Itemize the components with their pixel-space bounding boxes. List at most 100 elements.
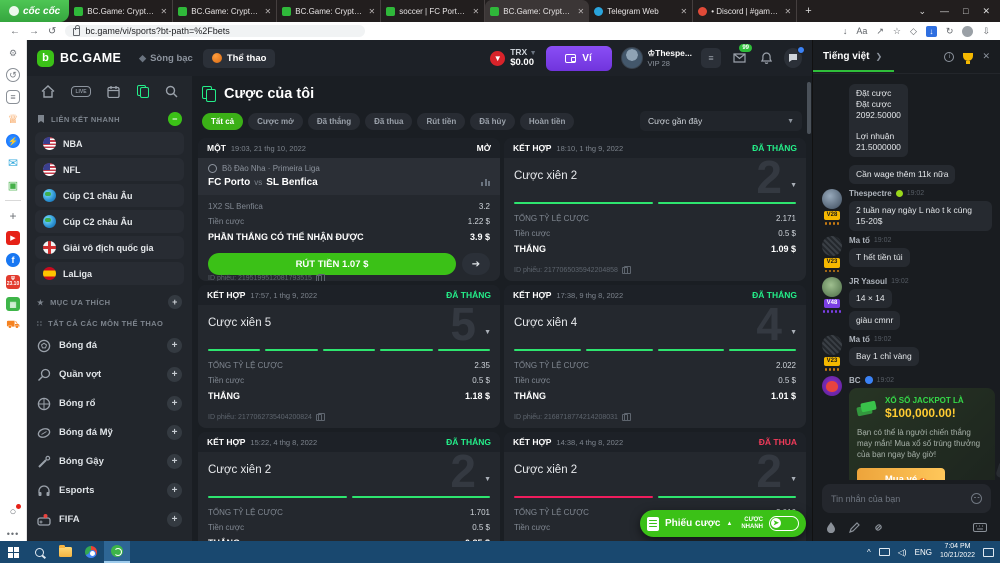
gamepad-icon[interactable]: ▣ — [6, 178, 20, 192]
bcgame-logo[interactable]: b BC.GAME — [37, 49, 121, 67]
history-icon[interactable]: ↺ — [6, 68, 20, 82]
filter-cancelled[interactable]: Đã hủy — [470, 112, 515, 130]
filter-refunded[interactable]: Hoàn tiền — [519, 112, 575, 130]
language-indicator[interactable]: ENG — [915, 548, 932, 557]
more-icon[interactable]: ••• — [6, 527, 20, 541]
betslip-button[interactable]: Phiếu cược ▲ CƯỢC NHANH ➤ — [640, 510, 806, 537]
chat-username[interactable]: JR Yasoul — [849, 277, 887, 286]
chat-username[interactable]: Thespectre — [849, 189, 892, 198]
back-button[interactable]: ← — [10, 26, 20, 37]
tab-close-icon[interactable]: ✕ — [265, 7, 272, 16]
share-icon[interactable]: ↗ — [876, 26, 884, 37]
wallet-button[interactable]: Ví — [545, 45, 612, 71]
reading-list-icon[interactable]: ≡ — [6, 90, 20, 104]
forward-button[interactable]: → — [29, 26, 39, 37]
tab-search-icon[interactable]: ⌄ — [918, 6, 926, 17]
tab-bcgame-active[interactable]: BC.Game: Crypto Casino✕ — [485, 0, 590, 22]
downloads-icon[interactable]: ⇩ — [982, 26, 990, 37]
close-window-button[interactable]: ✕ — [982, 6, 990, 17]
profile-icon[interactable] — [962, 25, 974, 37]
bet-card-combo[interactable]: KẾT HỢP 18:10, 1 thg 9, 2022 ĐÃ THẮNG Cư… — [504, 138, 806, 281]
cashout-button[interactable]: RÚT TIỀN 1.07 $ — [208, 253, 456, 275]
notifications-bell-icon[interactable]: ○ — [6, 504, 21, 519]
expand-plus-button[interactable]: + — [167, 396, 182, 411]
filter-cashout[interactable]: Rút tiền — [417, 112, 466, 130]
chrome-icon[interactable] — [78, 541, 104, 563]
mail-button[interactable]: 99 — [730, 44, 752, 67]
sidebar-item-fifa[interactable]: FIFA + — [27, 505, 192, 534]
filter-open[interactable]: Cược mở — [248, 112, 303, 130]
expand-plus-button[interactable]: + — [167, 338, 182, 353]
filter-won[interactable]: Đã thắng — [307, 112, 361, 130]
new-tab-button[interactable]: + — [797, 0, 819, 22]
share-bet-button[interactable]: ➔ — [462, 253, 490, 275]
action-center-icon[interactable] — [983, 547, 994, 557]
zalo-icon[interactable]: ✉ — [6, 156, 20, 170]
balance-selector[interactable]: ▼ TRX ▼ $0.00 — [490, 47, 537, 69]
facebook-icon[interactable]: f — [6, 253, 20, 267]
nav-sports[interactable]: Thể thao — [202, 48, 276, 68]
chat-username[interactable]: BC — [849, 376, 861, 385]
expand-chevron-icon[interactable]: ▼ — [790, 476, 797, 483]
sidebar-item-nba[interactable]: NBA — [35, 132, 184, 155]
chevron-right-icon[interactable]: ❯ — [876, 52, 883, 61]
jackpot-promo-card[interactable]: XỔ SỐ JACKPOT LÀ $100,000.00! Bạn có thể… — [849, 387, 1000, 480]
filter-lost[interactable]: Đã thua — [365, 112, 413, 130]
sidebar-item-laliga[interactable]: LaLiga — [35, 262, 184, 285]
messenger-icon[interactable]: ⚡ — [6, 134, 20, 148]
coccoc-logo[interactable]: cốc cốc — [0, 0, 70, 22]
trophy-icon[interactable] — [963, 52, 974, 64]
tab-bcgame-2[interactable]: BC.Game: Crypto Casino✕ — [173, 0, 278, 22]
tab-telegram[interactable]: Telegram Web ✕ — [589, 0, 694, 22]
bet-card-combo[interactable]: KẾT HỢP 17:57, 1 thg 9, 2022 ĐÃ THẮNG Cư… — [198, 285, 500, 428]
bc-mascot-avatar[interactable] — [822, 375, 842, 396]
tab-discord[interactable]: • Discord | #games | ✕ — [693, 0, 798, 22]
notifications-button[interactable] — [757, 49, 775, 67]
reload-button[interactable]: ↺ — [48, 26, 56, 37]
expand-plus-button[interactable]: + — [167, 454, 182, 469]
network-icon[interactable] — [878, 548, 890, 556]
sidebar-item-premier-league[interactable]: Giải vô địch quốc gia — [35, 236, 184, 259]
sidebar-item-champions-league[interactable]: Cúp C1 châu Âu — [35, 184, 184, 207]
quick-bet-toggle[interactable]: ➤ — [769, 516, 799, 531]
my-bets-icon[interactable] — [136, 85, 149, 98]
add-shortcut-icon[interactable]: + — [6, 209, 20, 223]
settings-gear-icon[interactable]: ⚙ — [6, 46, 20, 60]
chat-rules-icon[interactable]: i — [944, 51, 955, 62]
tab-close-icon[interactable]: ✕ — [578, 7, 585, 16]
link-icon[interactable] — [873, 522, 884, 533]
search-icon[interactable] — [165, 85, 178, 98]
tab-close-icon[interactable]: ✕ — [161, 7, 168, 16]
translate-icon[interactable]: Aa — [856, 26, 867, 36]
collapse-quick-links-button[interactable]: − — [168, 112, 182, 126]
tab-soccer[interactable]: soccer | FC Porto vs SL B✕ — [381, 0, 486, 22]
expand-plus-button[interactable]: + — [167, 512, 182, 527]
expand-plus-button[interactable]: + — [167, 425, 182, 440]
expand-plus-button[interactable]: + — [167, 367, 182, 382]
tab-close-icon[interactable]: ✕ — [473, 7, 480, 16]
expand-plus-button[interactable]: + — [167, 483, 182, 498]
sync-icon[interactable]: ↻ — [946, 26, 954, 37]
volume-icon[interactable]: ◁) — [898, 548, 907, 557]
youtube-icon[interactable]: ▶ — [6, 231, 20, 245]
sort-dropdown[interactable]: Cược gần đây ▼ — [640, 111, 802, 131]
chat-username[interactable]: Ma tố — [849, 335, 870, 344]
chat-close-icon[interactable]: ✕ — [982, 51, 990, 62]
bookmark-star-icon[interactable]: ☆ — [893, 26, 901, 37]
tab-close-icon[interactable]: ✕ — [681, 7, 688, 16]
extension-icon[interactable]: ↓ — [925, 25, 937, 37]
start-button[interactable] — [0, 541, 26, 563]
sidebar-item-europa-league[interactable]: Cúp C2 châu Âu — [35, 210, 184, 233]
bet-card-single[interactable]: MỘT 19:03, 21 thg 10, 2022 MỞ Bồ Đào Nha… — [198, 138, 500, 281]
sidebar-item-cricket[interactable]: Bóng Gậy + — [27, 447, 192, 476]
expand-chevron-icon[interactable]: ▼ — [790, 329, 797, 336]
user-profile[interactable]: ♔Thespe... VIP 28 — [620, 47, 692, 69]
chat-toggle-button[interactable] — [784, 46, 805, 68]
avatar[interactable] — [822, 236, 842, 257]
copy-icon[interactable] — [315, 412, 326, 421]
chat-username[interactable]: Ma tố — [849, 236, 870, 245]
rain-tip-icon[interactable] — [826, 521, 836, 533]
stats-icon[interactable] — [481, 179, 490, 186]
sidebar-item-nfl[interactable]: NFL — [35, 158, 184, 181]
avatar[interactable] — [822, 189, 842, 210]
